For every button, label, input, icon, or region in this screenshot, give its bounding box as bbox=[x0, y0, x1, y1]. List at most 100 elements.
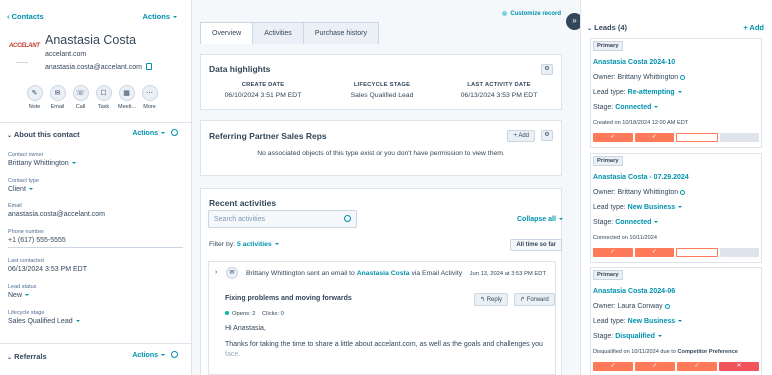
phone-field[interactable]: Phone number +1 (617) 555-5555 bbox=[8, 229, 183, 248]
recipient-link[interactable]: Anastasia Costa bbox=[357, 270, 410, 277]
referrals-actions-dropdown[interactable]: Actions bbox=[132, 352, 165, 359]
lead-title-link[interactable]: Anastasia Costa 2024-06 bbox=[593, 288, 675, 295]
lead-type: Lead type: New Business bbox=[593, 318, 683, 325]
chevron-right-icon[interactable]: › bbox=[215, 269, 217, 276]
lead-type-value[interactable]: New Business bbox=[628, 204, 675, 211]
field-value[interactable]: +1 (617) 555-5555 bbox=[8, 237, 183, 244]
associations-sidebar: ⌄ Leads (4) + Add Primary Anastasia Cost… bbox=[580, 0, 772, 375]
breadcrumb-label[interactable]: Contacts bbox=[12, 12, 44, 21]
add-lead-button[interactable]: + Add bbox=[743, 23, 764, 32]
lead-type-label: Lead type: bbox=[593, 318, 626, 325]
settings-icon[interactable]: ⚙ bbox=[541, 64, 553, 75]
lead-title-link[interactable]: Anastasia Costa - 07.29.2024 bbox=[593, 174, 689, 181]
referrals-actions-label[interactable]: Actions bbox=[132, 352, 158, 359]
search-icon[interactable] bbox=[344, 215, 351, 222]
field-value[interactable]: Client bbox=[8, 186, 26, 193]
stage-value[interactable]: Connected bbox=[615, 219, 651, 226]
meeting-button[interactable]: ▦ Meeti... bbox=[118, 85, 136, 110]
email-field[interactable]: Email anastasia.costa@accelant.com bbox=[8, 203, 183, 218]
card-title: Recent activities bbox=[209, 198, 277, 208]
chevron-down-icon bbox=[654, 106, 659, 109]
stat-value: 06/13/2024 3:53 PM EDT bbox=[460, 92, 538, 99]
tab-overview[interactable]: Overview bbox=[200, 22, 254, 44]
info-icon[interactable] bbox=[680, 74, 686, 80]
calendar-icon: ▦ bbox=[118, 85, 135, 101]
lead-type-value[interactable]: Re-attempting bbox=[628, 89, 675, 96]
settings-icon[interactable]: ⚙ bbox=[541, 130, 553, 141]
chevron-down-icon bbox=[71, 162, 76, 165]
stage-dropdown[interactable]: Disqualified bbox=[615, 333, 662, 340]
lead-type-dropdown[interactable]: Re-attempting bbox=[628, 89, 682, 96]
field-label: Contact owner bbox=[8, 152, 44, 158]
stage-dropdown[interactable]: Connected bbox=[615, 104, 659, 111]
about-actions-dropdown[interactable]: Actions bbox=[132, 130, 165, 137]
filter-value[interactable]: 5 activities bbox=[237, 241, 272, 248]
field-label: Last contacted bbox=[8, 258, 44, 264]
customize-record-link[interactable]: Customize record bbox=[502, 11, 561, 17]
reply-label[interactable]: Reply bbox=[487, 297, 502, 303]
breadcrumb[interactable]: ‹ Contacts bbox=[7, 12, 44, 21]
chevron-down-icon bbox=[654, 221, 659, 224]
customize-icon bbox=[502, 11, 508, 16]
stage-value[interactable]: Connected bbox=[615, 104, 651, 111]
copy-icon[interactable] bbox=[146, 63, 152, 70]
check-icon: ✓ bbox=[593, 248, 633, 257]
info-icon[interactable] bbox=[680, 189, 686, 195]
add-button[interactable]: + Add bbox=[507, 130, 535, 142]
note-button[interactable]: ✎ Note bbox=[26, 85, 43, 110]
tab-purchase-history[interactable]: Purchase history bbox=[302, 22, 379, 44]
stat-label: LIFECYCLE STAGE bbox=[353, 82, 411, 88]
actions-dropdown[interactable]: Actions bbox=[142, 12, 177, 21]
lead-title-link[interactable]: Anastasia Costa 2024-10 bbox=[593, 59, 675, 66]
info-icon[interactable] bbox=[664, 303, 670, 309]
data-highlights-card: Data highlights ⚙ CREATE DATE 06/10/2024… bbox=[200, 54, 562, 110]
leads-section-toggle[interactable]: ⌄ Leads (4) bbox=[587, 23, 627, 32]
lifecycle-stage-field[interactable]: Lifecycle stage Sales Qualified Lead bbox=[8, 310, 183, 325]
customize-label[interactable]: Customize record bbox=[510, 11, 561, 17]
about-section-toggle[interactable]: ⌄ About this contact bbox=[7, 130, 80, 139]
referrals-section-toggle[interactable]: ⌄ Referrals bbox=[7, 352, 47, 361]
call-label: Call bbox=[75, 104, 86, 110]
current-stage-segment bbox=[676, 248, 718, 257]
contact-owner-field[interactable]: Contact owner Brittany Whittington bbox=[8, 152, 183, 167]
field-value[interactable]: New bbox=[8, 292, 22, 299]
lead-type: Lead type: Re-attempting bbox=[593, 89, 682, 96]
tab-activities[interactable]: Activities bbox=[252, 22, 304, 44]
about-actions-label[interactable]: Actions bbox=[132, 130, 158, 137]
close-icon: ✕ bbox=[719, 362, 759, 371]
check-icon: ✓ bbox=[635, 362, 675, 371]
stage-value[interactable]: Disqualified bbox=[615, 333, 655, 340]
chevron-down-icon bbox=[25, 294, 30, 297]
collapse-all-label[interactable]: Collapse all bbox=[517, 216, 556, 223]
lead-stage: Stage: Connected bbox=[593, 104, 659, 111]
collapse-all-button[interactable]: Collapse all bbox=[517, 216, 563, 223]
filter-dropdown[interactable]: 5 activities bbox=[237, 241, 279, 248]
gear-icon[interactable] bbox=[171, 129, 178, 136]
all-time-button[interactable]: All time so far bbox=[510, 239, 562, 251]
forward-button[interactable]: ↱ Forward bbox=[514, 293, 555, 306]
lead-type-dropdown[interactable]: New Business bbox=[628, 204, 683, 211]
field-value[interactable]: Brittany Whittington bbox=[8, 160, 69, 167]
task-button[interactable]: ☐ Task bbox=[95, 85, 112, 110]
lifecycle-stage-stat: LIFECYCLE STAGE Sales Qualified Lead bbox=[332, 82, 432, 99]
field-value[interactable]: anastasia.costa@accelant.com bbox=[8, 211, 183, 218]
search-activities-input[interactable]: Search activities bbox=[208, 210, 357, 228]
filter-label: Filter by: bbox=[209, 241, 236, 248]
gear-icon[interactable] bbox=[171, 351, 178, 358]
lead-status-field[interactable]: Lead status New bbox=[8, 284, 183, 299]
note-label: Note bbox=[28, 104, 41, 110]
lead-type-value[interactable]: New Business bbox=[628, 318, 675, 325]
call-button[interactable]: ☏ Call bbox=[72, 85, 89, 110]
actions-label[interactable]: Actions bbox=[142, 12, 170, 21]
forward-label[interactable]: Forward bbox=[527, 297, 549, 303]
contact-type-field[interactable]: Contact type Client bbox=[8, 178, 183, 193]
last-activity-stat: LAST ACTIVITY DATE 06/13/2024 3:53 PM ED… bbox=[449, 82, 549, 99]
activity-date: Jun 13, 2024 at 3:53 PM EDT bbox=[469, 271, 546, 277]
email-button[interactable]: ✉ Email bbox=[49, 85, 66, 110]
stage-dropdown[interactable]: Connected bbox=[615, 219, 659, 226]
reply-button[interactable]: ↰ Reply bbox=[474, 293, 509, 306]
lead-type-dropdown[interactable]: New Business bbox=[628, 318, 683, 325]
section-divider bbox=[0, 122, 192, 123]
more-button[interactable]: ⋯ More bbox=[141, 85, 158, 110]
field-value[interactable]: Sales Qualified Lead bbox=[8, 318, 73, 325]
